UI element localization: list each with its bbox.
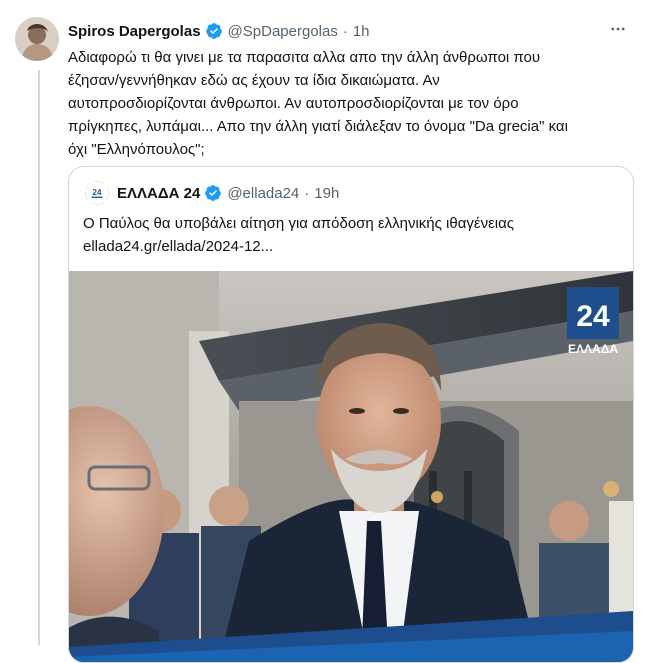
media-logo-number: 24 (576, 300, 610, 333)
author-handle[interactable]: @SpDapergolas (228, 23, 338, 40)
quoted-tweet-card[interactable]: 24 ΕΛΛΑΔΑ 24 @ellada24 · 19h Ο Παύλος θα… (68, 166, 634, 663)
tweet-text: Αδιαφορώ τι θα γινει με τα παρασιτα αλλα… (68, 49, 568, 158)
media-logo-text: ΕΛΛΑΔΑ (568, 342, 618, 356)
more-options-icon[interactable] (608, 19, 628, 39)
quote-header: 24 ΕΛΛΑΔΑ 24 @ellada24 · 19h (85, 181, 339, 205)
tweet-time[interactable]: 1h (353, 23, 370, 40)
quote-media-image[interactable]: 24 ΕΛΛΑΔΑ (69, 271, 633, 662)
quote-time[interactable]: 19h (314, 185, 339, 202)
quote-avatar-logo: 24 (93, 188, 102, 197)
quote-link[interactable]: ellada24.gr/ellada/2024-12... (83, 235, 619, 258)
verified-badge-icon (204, 184, 222, 202)
quote-author-name[interactable]: ΕΛΛΑΔΑ 24 (117, 185, 200, 202)
quote-headline: Ο Παύλος θα υποβάλει αίτηση για απόδοση … (83, 215, 514, 232)
quote-separator: · (304, 184, 310, 202)
verified-badge-icon (205, 22, 223, 40)
thread-line (38, 70, 40, 645)
quote-author-handle[interactable]: @ellada24 (227, 185, 299, 202)
tweet-header: Spiros Dapergolas @SpDapergolas · 1h (68, 20, 644, 42)
quote-text: Ο Παύλος θα υποβάλει αίτηση για απόδοση … (83, 212, 619, 258)
author-name[interactable]: Spiros Dapergolas (68, 23, 201, 40)
author-avatar[interactable] (15, 17, 59, 61)
ellada24-logo: 24 ΕΛΛΑΔΑ (567, 287, 619, 356)
header-separator: · (342, 22, 348, 40)
quote-avatar[interactable]: 24 (85, 181, 109, 205)
